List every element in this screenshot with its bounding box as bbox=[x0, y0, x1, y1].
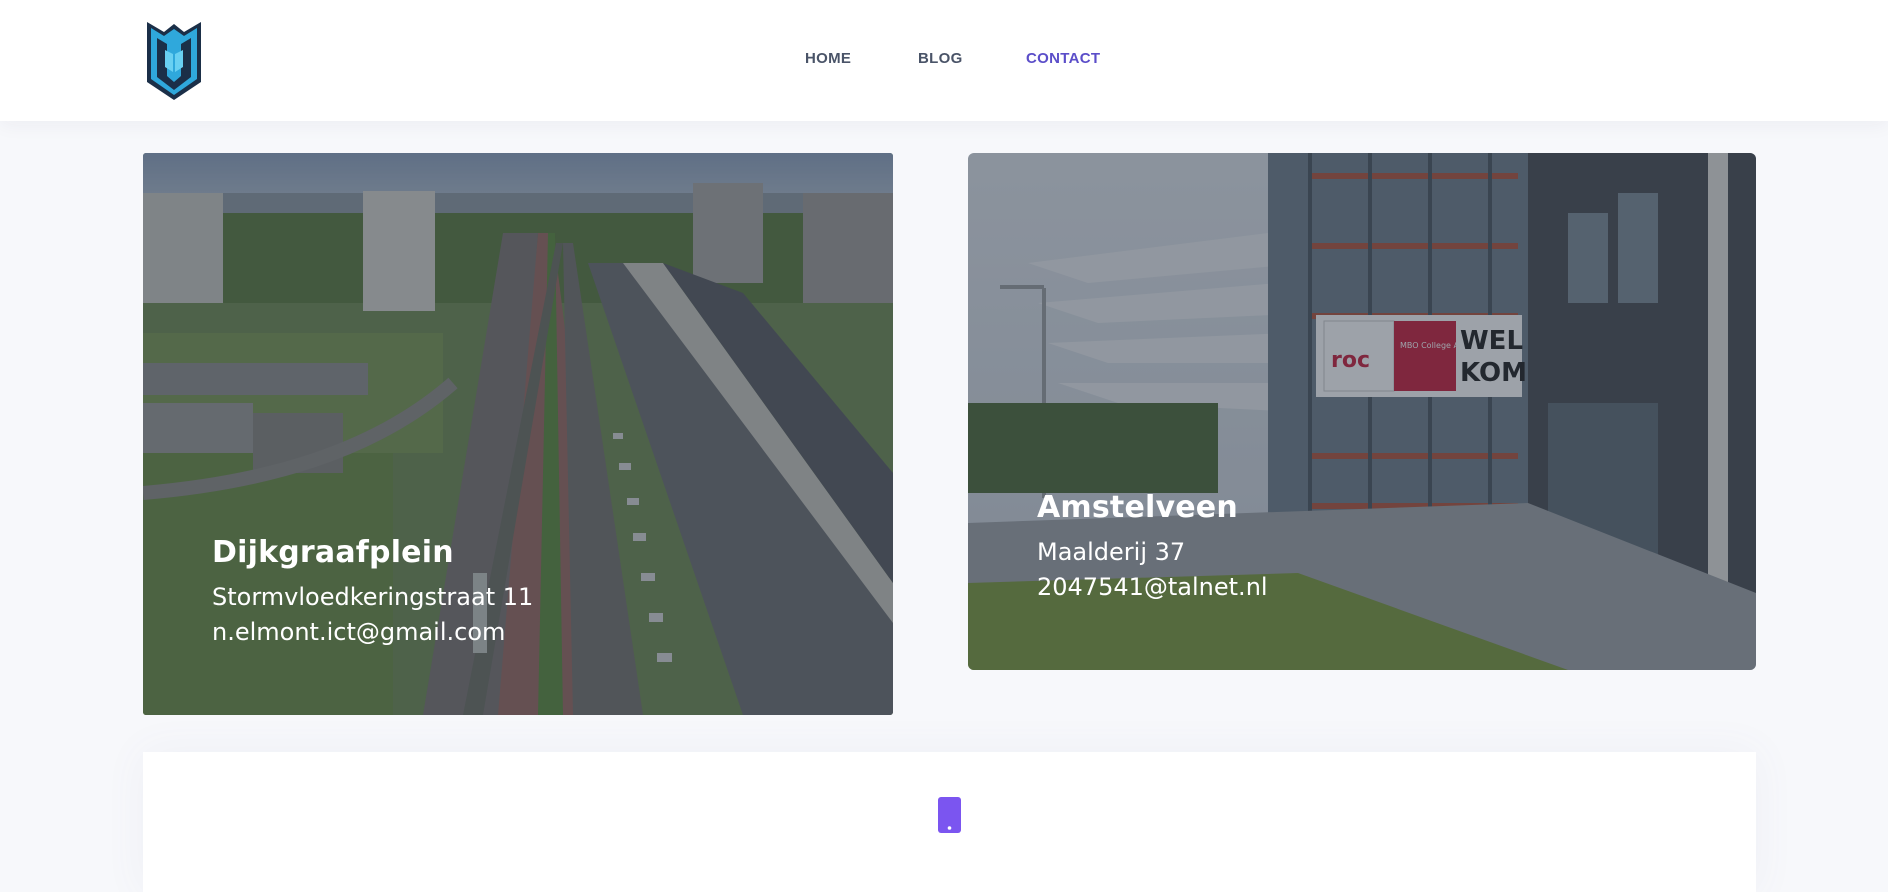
nav-contact[interactable]: CONTACT bbox=[1026, 50, 1100, 67]
location-info: Dijkgraafplein Stormvloedkeringstraat 11… bbox=[212, 531, 533, 650]
location-info: Amstelveen Maalderij 37 2047541@talnet.n… bbox=[1037, 486, 1268, 605]
location-card-dijkgraafplein: Dijkgraafplein Stormvloedkeringstraat 11… bbox=[143, 153, 893, 715]
location-card-amstelveen: roc MBO College Amstelland WEL KOM Amste… bbox=[968, 153, 1756, 670]
location-title: Dijkgraafplein bbox=[212, 535, 454, 570]
location-title: Amstelveen bbox=[1037, 490, 1238, 525]
location-address: Maalderij 37 bbox=[1037, 538, 1186, 566]
phone-icon bbox=[938, 797, 961, 833]
location-email[interactable]: n.elmont.ict@gmail.com bbox=[212, 615, 533, 650]
main-nav: HOME BLOG CONTACT bbox=[0, 50, 1888, 70]
nav-blog[interactable]: BLOG bbox=[918, 50, 963, 67]
contact-panel bbox=[143, 752, 1756, 892]
location-address: Stormvloedkeringstraat 11 bbox=[212, 583, 534, 611]
nav-home[interactable]: HOME bbox=[805, 50, 851, 67]
location-email[interactable]: 2047541@talnet.nl bbox=[1037, 570, 1268, 605]
site-header: HOME BLOG CONTACT bbox=[0, 0, 1888, 121]
